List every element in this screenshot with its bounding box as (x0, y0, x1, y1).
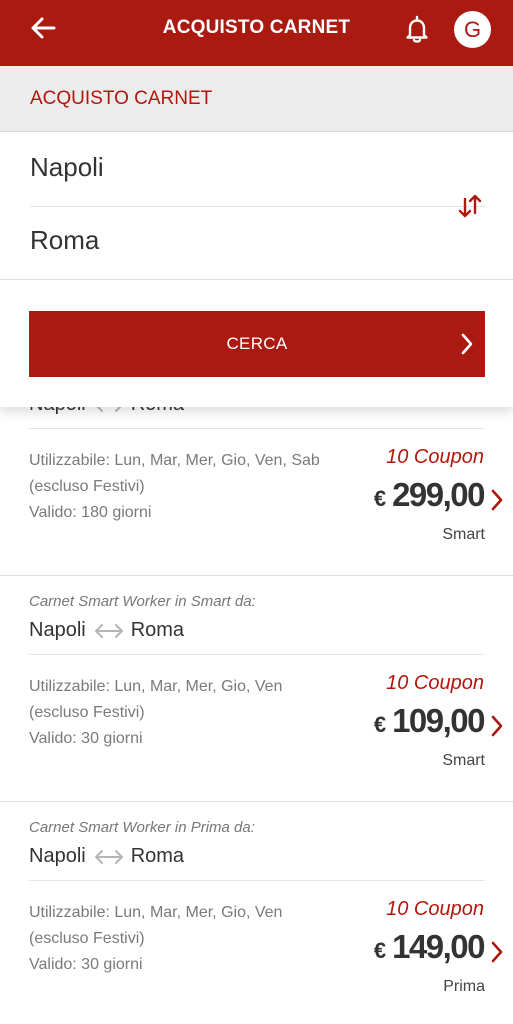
route: Napoli Roma (29, 619, 184, 642)
search-area: CERCA (0, 280, 513, 407)
route-to: Roma (131, 407, 184, 416)
route: Napoli Roma (29, 845, 184, 868)
service-class: Smart (442, 752, 485, 769)
route-from: Napoli (29, 619, 86, 641)
carnet-type: Carnet Smart Worker in Prima da: (29, 819, 255, 836)
section-title: ACQUISTO CARNET (30, 88, 213, 109)
search-button[interactable]: CERCA (29, 311, 485, 377)
route-to: Roma (130, 619, 185, 641)
station-selector: Napoli Roma (0, 132, 513, 280)
validity: Valido: 30 giorni (29, 956, 143, 973)
carnet-results-list[interactable]: Napoli Roma Utilizzabile: Lun, Mar, Mer,… (0, 407, 513, 1024)
coupon-count: 10 Coupon (386, 898, 484, 920)
route-from: Napoli (29, 845, 86, 867)
currency-symbol: € (373, 938, 387, 963)
carnet-details: Utilizzabile: Lun, Mar, Mer, Gio, Ven (e… (29, 900, 282, 978)
route: Napoli Roma (29, 407, 184, 416)
currency-symbol: € (373, 712, 387, 737)
usable-days: Utilizzabile: Lun, Mar, Mer, Gio, Ven, S… (29, 452, 320, 469)
price: € 149,00 (373, 928, 486, 966)
service-class: Smart (442, 526, 485, 543)
holidays-note: (escluso Festivi) (29, 930, 145, 947)
bell-icon[interactable] (401, 13, 433, 45)
divider (29, 654, 485, 655)
validity: Valido: 180 giorni (29, 504, 152, 521)
carnet-card[interactable]: Carnet Smart Worker in Prima da: Napoli … (0, 802, 513, 1024)
carnet-card[interactable]: Napoli Roma Utilizzabile: Lun, Mar, Mer,… (0, 407, 513, 576)
carnet-details: Utilizzabile: Lun, Mar, Mer, Gio, Ven (e… (29, 674, 282, 752)
user-avatar[interactable]: G (454, 11, 491, 48)
divider (29, 880, 485, 881)
bidirectional-arrow-icon (96, 407, 121, 412)
bidirectional-arrow-icon (94, 623, 123, 638)
chevron-right-icon[interactable] (490, 714, 504, 738)
holidays-note: (escluso Festivi) (29, 704, 145, 721)
price: € 299,00 (373, 476, 486, 514)
arrival-station-field[interactable]: Roma (30, 225, 99, 256)
service-class: Prima (443, 978, 485, 995)
price-amount: 109,00 (392, 702, 485, 739)
route-from: Napoli (29, 407, 86, 416)
currency-symbol: € (373, 486, 387, 511)
usable-days: Utilizzabile: Lun, Mar, Mer, Gio, Ven (29, 678, 283, 695)
coupon-count: 10 Coupon (386, 672, 484, 694)
coupon-count: 10 Coupon (386, 446, 484, 468)
carnet-type: Carnet Smart Worker in Smart da: (29, 593, 256, 610)
price: € 109,00 (373, 702, 486, 740)
app-bar: ACQUISTO CARNET G (0, 0, 513, 66)
page-title: ACQUISTO CARNET (162, 17, 351, 38)
departure-station-field[interactable]: Napoli (30, 152, 104, 183)
chevron-right-icon[interactable] (490, 488, 504, 512)
chevron-right-icon[interactable] (490, 940, 504, 964)
carnet-details: Utilizzabile: Lun, Mar, Mer, Gio, Ven, S… (29, 448, 320, 526)
holidays-note: (escluso Festivi) (29, 478, 145, 495)
bidirectional-arrow-icon (94, 849, 123, 864)
swap-stations-icon[interactable] (455, 190, 485, 222)
section-header: ACQUISTO CARNET (0, 66, 513, 132)
carnet-card[interactable]: Carnet Smart Worker in Smart da: Napoli … (0, 576, 513, 802)
price-amount: 299,00 (392, 476, 485, 513)
search-button-label: CERCA (226, 334, 288, 353)
validity: Valido: 30 giorni (29, 730, 143, 747)
price-amount: 149,00 (392, 928, 485, 965)
chevron-right-icon (461, 333, 473, 355)
divider (30, 206, 485, 207)
usable-days: Utilizzabile: Lun, Mar, Mer, Gio, Ven (29, 904, 283, 921)
divider (29, 428, 485, 429)
route-to: Roma (130, 845, 185, 867)
